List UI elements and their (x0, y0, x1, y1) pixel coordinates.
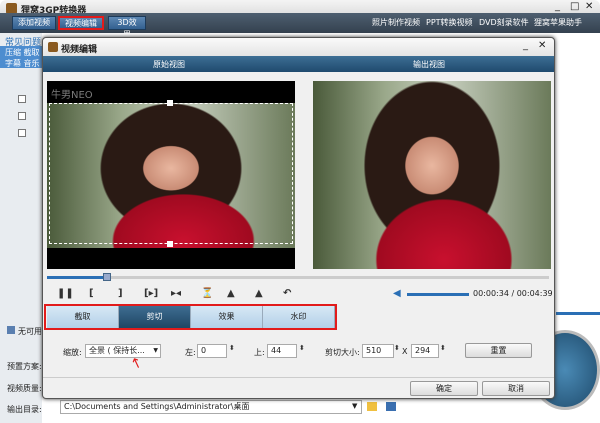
output-view-label: 输出视图 (413, 60, 445, 69)
folder-icon[interactable] (367, 402, 377, 411)
volume-icon[interactable]: ◀ (393, 288, 401, 299)
crop-size-label: 剪切大小: (325, 348, 360, 357)
file-checkbox[interactable] (18, 95, 26, 103)
mark-in-icon[interactable]: [ (89, 288, 94, 299)
step-icon[interactable]: ▸◂ (171, 288, 181, 299)
original-view-label: 原始视图 (153, 60, 185, 69)
original-video-preview[interactable]: 牛男NEO (47, 81, 295, 269)
crop-height-input[interactable]: 294 (411, 344, 439, 358)
tab-0[interactable]: 截取 (47, 306, 119, 328)
reset-button[interactable]: 重置 (465, 343, 532, 358)
play-selection-icon[interactable]: [▸] (144, 288, 158, 299)
add-video-button[interactable]: 添加视频 (12, 16, 56, 30)
timeline-progress (47, 276, 108, 279)
volume-level (407, 293, 469, 296)
link-apple-helper[interactable]: 狸窝苹果助手 (534, 17, 582, 28)
preset-label: 预置方案: (7, 362, 42, 371)
watermark-text: 牛男NEO (51, 90, 93, 101)
no-available-label: 无可用 (18, 327, 42, 336)
top-input[interactable]: 44 (267, 344, 297, 358)
width-spinner[interactable]: ⬍ (394, 344, 400, 352)
top-value: 44 (271, 346, 282, 355)
link-ppt-video[interactable]: PPT转换视频 (426, 17, 473, 28)
crop-width-input[interactable]: 510 (362, 344, 394, 358)
maximize-button[interactable]: □ (570, 1, 579, 12)
tab-3[interactable]: 水印 (263, 306, 335, 328)
dialog-minimize-button[interactable]: _ (523, 40, 528, 51)
main-toolbar: 添加视频 视频编辑 3D效果 照片制作视频 PPT转换视频 DVD刻录软件 狸窝… (0, 13, 600, 39)
crop-rectangle[interactable] (49, 103, 293, 244)
left-value: 0 (201, 346, 207, 355)
close-button[interactable]: ✕ (585, 1, 593, 12)
top-label: 上: (254, 348, 265, 357)
mark-out-icon[interactable]: ] (118, 288, 123, 299)
height-spinner[interactable]: ⬍ (440, 344, 446, 352)
flip-vertical-icon[interactable]: ⏳ (201, 288, 213, 299)
rotate-right-icon[interactable]: ▲ (255, 288, 263, 299)
timeline-slider[interactable] (47, 273, 549, 281)
tab-1[interactable]: 剪切 (119, 306, 191, 328)
timeline-handle[interactable] (103, 273, 112, 281)
dialog-titlebar: 视频编辑 _ ✕ (43, 38, 554, 56)
output-dir-value: C:\Documents and Settings\Administrator\… (64, 402, 250, 411)
left-spinner[interactable]: ⬍ (229, 344, 235, 352)
save-icon (7, 326, 15, 334)
crop-width-value: 510 (366, 346, 382, 355)
link-dvd-burn[interactable]: DVD刻录软件 (479, 17, 529, 28)
compress-crop-links[interactable]: 压缩 截取 (5, 47, 40, 58)
main-volume-slider[interactable] (556, 312, 600, 315)
dropdown-arrow-icon[interactable]: ▼ (352, 402, 357, 410)
file-checkbox[interactable] (18, 129, 26, 137)
undo-icon[interactable]: ↶ (283, 288, 291, 299)
zoom-label: 缩放: (63, 348, 82, 357)
minimize-button[interactable]: _ (555, 1, 560, 12)
volume-slider[interactable] (407, 293, 469, 296)
crop-height-value: 294 (415, 346, 431, 355)
dialog-logo-icon (48, 42, 58, 52)
open-folder-icon[interactable] (386, 402, 396, 411)
dialog-close-button[interactable]: ✕ (538, 40, 546, 51)
file-checkbox[interactable] (18, 112, 26, 120)
left-input[interactable]: 0 (197, 344, 227, 358)
left-label: 左: (185, 348, 196, 357)
time-display: 00:00:34 / 00:04:39 (473, 289, 553, 298)
chevron-down-icon: ▼ (153, 347, 158, 354)
cancel-button[interactable]: 取消 (482, 381, 550, 396)
subtitle-music-links[interactable]: 字幕 音乐 (5, 58, 40, 69)
dialog-title: 视频编辑 (61, 45, 98, 55)
quality-label: 视频质量: (7, 384, 42, 393)
crop-handle[interactable] (167, 100, 173, 106)
zoom-select[interactable]: 全景 ( 保持长... ▼ (85, 344, 161, 358)
video-edit-dialog: 视频编辑 _ ✕ 原始视图 输出视图 牛男NEO ❚❚ [ ] [▸] ▸◂ ⏳… (42, 37, 555, 399)
link-photo-video[interactable]: 照片制作视频 (372, 17, 420, 28)
x-separator: X (402, 347, 408, 356)
rotate-left-icon[interactable]: ▲ (227, 288, 235, 299)
crop-handle[interactable] (167, 241, 173, 247)
output-video-preview (313, 81, 551, 269)
ok-button[interactable]: 确定 (410, 381, 478, 396)
view-header: 原始视图 输出视图 (43, 56, 554, 72)
pause-icon[interactable]: ❚❚ (57, 288, 74, 299)
output-dir-label: 输出目录: (7, 405, 42, 414)
top-spinner[interactable]: ⬍ (299, 344, 305, 352)
output-dir-input[interactable]: C:\Documents and Settings\Administrator\… (60, 400, 362, 414)
tab-2[interactable]: 效果 (191, 306, 263, 328)
3d-effect-button[interactable]: 3D效果 (108, 16, 146, 39)
edit-video-button[interactable]: 视频编辑 (58, 16, 104, 30)
zoom-value: 全景 ( 保持长... (89, 346, 145, 355)
